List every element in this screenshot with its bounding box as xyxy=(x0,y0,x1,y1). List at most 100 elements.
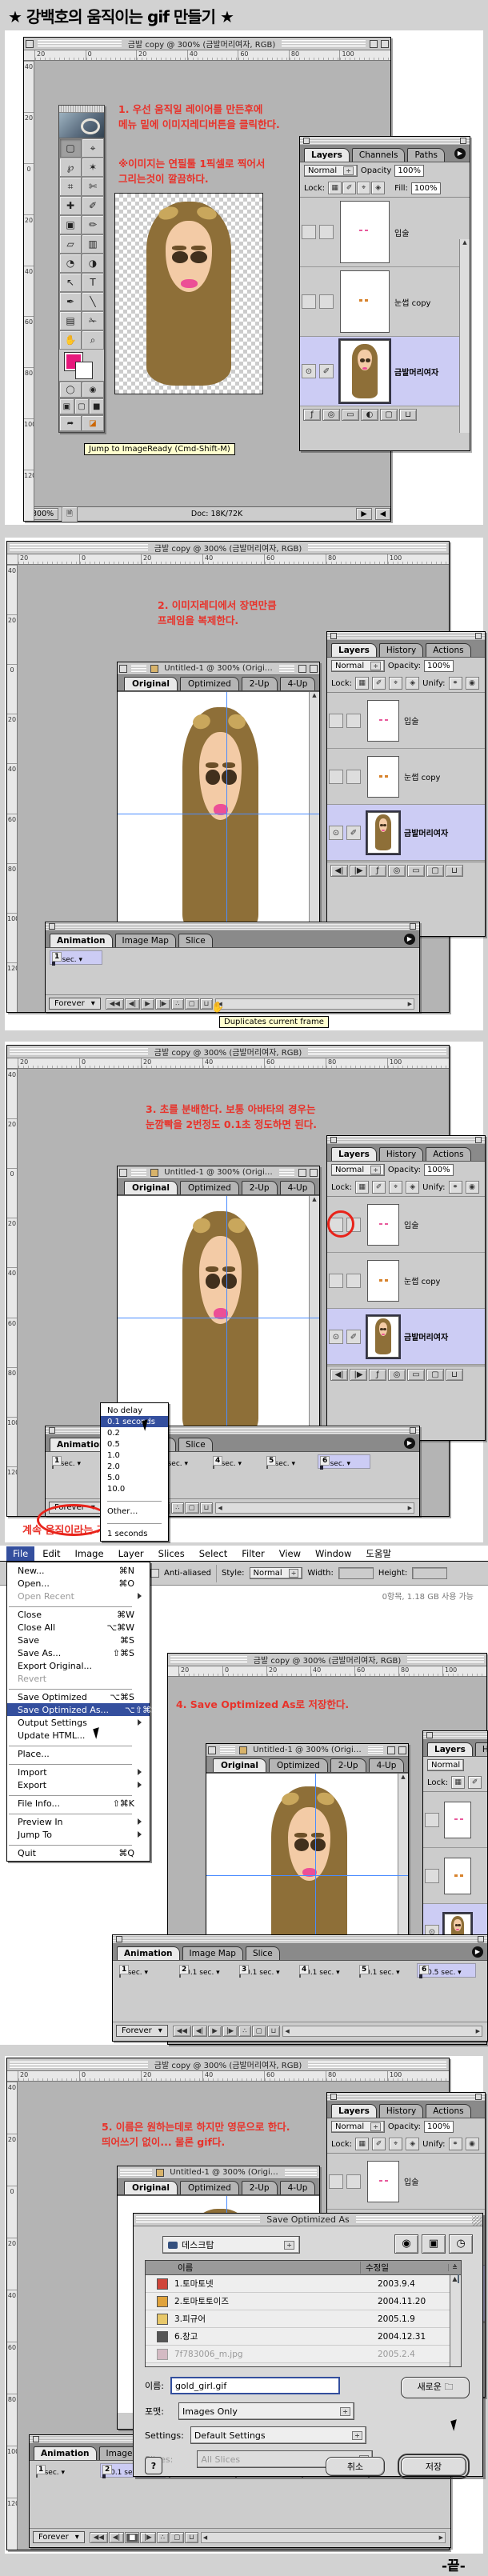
close-box-icon[interactable] xyxy=(119,1169,127,1177)
layer-thumbnail[interactable] xyxy=(367,1260,399,1302)
tool-button[interactable]: ✒ xyxy=(59,292,82,311)
loop-select[interactable]: Forever▾ xyxy=(33,2531,85,2543)
palette-menu-icon[interactable]: ▶ xyxy=(404,934,415,945)
file-menu-item[interactable]: Export Original... xyxy=(7,1659,150,1672)
delay-menu-item[interactable]: 0.1 seconds xyxy=(101,1416,168,1427)
visibility-toggle[interactable]: ⊙ xyxy=(302,364,316,378)
frame-scrollbar[interactable]: ◀▶ xyxy=(215,1502,414,1514)
screen-mode-full-icon[interactable]: ▢ xyxy=(74,398,90,414)
zoom-box-icon[interactable] xyxy=(370,40,378,48)
palette-button[interactable]: ◀| xyxy=(330,1369,348,1381)
help-button[interactable]: ? xyxy=(145,2457,162,2474)
delete-frame-button[interactable]: ⊔ xyxy=(185,2532,198,2543)
doc-vscroll[interactable]: ▲ xyxy=(309,692,319,950)
file-menu-item[interactable] xyxy=(7,1742,150,1747)
step-back-button[interactable]: ◀| xyxy=(192,2026,207,2037)
animation-frame[interactable]: 2 ∴0.1 sec. ▾ xyxy=(178,1964,235,1977)
unify-position-icon[interactable]: ⚭ xyxy=(449,1181,462,1194)
animation-frame[interactable]: 6 ∴0.5 sec. ▾ xyxy=(418,1964,475,1977)
palette-tab[interactable]: Actions xyxy=(426,1147,470,1161)
layer-thumbnail[interactable] xyxy=(367,2161,399,2202)
dialog-tool-button[interactable]: ◷ xyxy=(449,2234,473,2254)
layer-row[interactable]: ⊙ ✐ 금발머리여자 xyxy=(327,805,485,861)
layer-name[interactable]: 금발머리여자 xyxy=(394,366,438,378)
blend-mode-select[interactable]: Normal÷ xyxy=(331,1164,385,1176)
menu-bar-item[interactable]: 도움말 xyxy=(359,1546,398,1562)
screen-mode-standard-icon[interactable]: ▣ xyxy=(59,398,74,414)
tool-button[interactable]: ✄ xyxy=(82,177,104,196)
close-box-icon[interactable] xyxy=(26,40,34,48)
lock-icon[interactable]: ✐ xyxy=(342,182,356,194)
animation-tab[interactable]: Animation xyxy=(117,1946,180,1960)
file-menu-item[interactable]: Save Optimized As... ⌥⇧⌘S xyxy=(7,1703,150,1716)
animation-frame[interactable]: 1 ∴1 sec. ▾ xyxy=(34,2464,98,2477)
format-select[interactable]: Images Only÷ xyxy=(178,2402,354,2420)
tool-button[interactable]: ╲ xyxy=(82,292,104,311)
blend-mode-select[interactable]: Normal÷ xyxy=(331,2121,385,2133)
doc-tab[interactable]: 4-Up xyxy=(280,1181,316,1194)
delay-menu-item[interactable]: 0.5 xyxy=(101,1438,168,1450)
file-menu-item[interactable] xyxy=(7,1602,150,1608)
tool-button[interactable]: ⌗ xyxy=(59,177,82,196)
palette-button[interactable]: ⊔ xyxy=(446,865,463,877)
animation-frame[interactable]: 1 ∴1 sec. ▾ xyxy=(118,1964,175,1977)
palette-drag-bar[interactable] xyxy=(327,1136,485,1145)
palette-button[interactable]: ▭ xyxy=(342,409,359,421)
animation-frame[interactable]: 4 ∴0.1 sec. ▾ xyxy=(298,1964,355,1977)
doc-tab[interactable]: 2-Up xyxy=(330,1758,366,1772)
animation-frame[interactable]: 5 ∴1 sec. ▾ xyxy=(265,1455,316,1468)
step-forward-button[interactable]: |▶ xyxy=(155,998,170,1010)
file-menu-item[interactable]: Close All ⌥⌘W xyxy=(7,1621,150,1634)
animation-frame[interactable]: 1 ∴1 sec. ▾ xyxy=(50,1455,102,1468)
lock-icon[interactable]: ▦ xyxy=(328,182,342,194)
file-row[interactable]: 3.피규어 2005.1.9 xyxy=(146,2310,461,2328)
doc-tab[interactable]: Optimized xyxy=(180,2181,239,2194)
delay-menu-item[interactable]: 5.0 xyxy=(101,1472,168,1483)
duplicate-frame-button[interactable]: ▢ xyxy=(252,2026,266,2037)
menu-bar-item[interactable]: Select xyxy=(193,1546,234,1561)
list-scrollbar[interactable]: ▲ xyxy=(450,2275,461,2366)
visibility-toggle[interactable] xyxy=(329,2174,343,2189)
delay-menu-item[interactable]: 1.0 xyxy=(101,1450,168,1461)
tool-button[interactable]: ▢ xyxy=(59,138,82,158)
layer-row[interactable]: 눈썹 copy xyxy=(327,1253,485,1309)
layer-name[interactable]: 입술 xyxy=(394,226,409,238)
layer-row[interactable]: 입술 xyxy=(327,2154,485,2210)
delay-menu-item[interactable]: 1 seconds xyxy=(101,1528,168,1539)
delete-frame-button[interactable]: ⊔ xyxy=(200,1502,214,1514)
palette-button[interactable]: ▢ xyxy=(426,1369,444,1381)
doc-tab[interactable]: Original xyxy=(124,1181,178,1194)
palette-drag-bar[interactable] xyxy=(423,1731,487,1740)
step-back-button[interactable]: ◀| xyxy=(109,2532,124,2543)
layer-name[interactable]: 금발머리여자 xyxy=(404,826,448,838)
layer-thumbnail[interactable] xyxy=(340,270,390,333)
doc-tab[interactable]: 2-Up xyxy=(242,1181,278,1194)
palette-menu-icon[interactable]: ▶ xyxy=(472,1946,483,1958)
layer-thumbnail[interactable] xyxy=(340,201,390,263)
visibility-toggle[interactable]: ⊙ xyxy=(329,826,343,840)
rewind-button[interactable]: ◀◀ xyxy=(90,2532,108,2543)
tool-button[interactable]: ▥ xyxy=(82,234,104,254)
palette-button[interactable]: ƒ xyxy=(369,1369,386,1381)
file-row[interactable]: 1.토마토넷 2003.9.4 xyxy=(146,2275,461,2293)
palette-menu-icon[interactable]: ▶ xyxy=(404,1438,415,1449)
palette-button[interactable]: ƒ xyxy=(303,409,321,421)
lock-transparency-icon[interactable]: ▦ xyxy=(355,1181,369,1194)
lock-transparency-icon[interactable]: ▦ xyxy=(355,677,369,690)
palette-button[interactable]: ▭ xyxy=(407,865,425,877)
unify-position-icon[interactable]: ⚭ xyxy=(449,677,462,690)
unify-position-icon[interactable]: ⚭ xyxy=(449,2138,462,2150)
layer-name[interactable]: 눈썹 copy xyxy=(404,770,440,782)
file-menu-item[interactable] xyxy=(7,1841,150,1846)
lock-all-icon[interactable]: ◈ xyxy=(406,677,419,690)
background-color-swatch[interactable] xyxy=(75,362,93,379)
status-arrow-icon[interactable]: ▶ xyxy=(356,508,371,520)
delay-menu-item[interactable]: 10.0 xyxy=(101,1483,168,1494)
layer-row[interactable]: 입술 xyxy=(300,198,470,267)
menu-bar-item[interactable]: Image xyxy=(69,1546,110,1561)
stop-button[interactable]: ■ xyxy=(125,2532,139,2543)
layer-thumbnail[interactable] xyxy=(367,1316,399,1358)
delete-frame-button[interactable]: ⊔ xyxy=(267,2026,281,2037)
palette-drag-bar[interactable] xyxy=(327,2093,485,2102)
palette-tab[interactable]: Layers xyxy=(331,2104,377,2118)
